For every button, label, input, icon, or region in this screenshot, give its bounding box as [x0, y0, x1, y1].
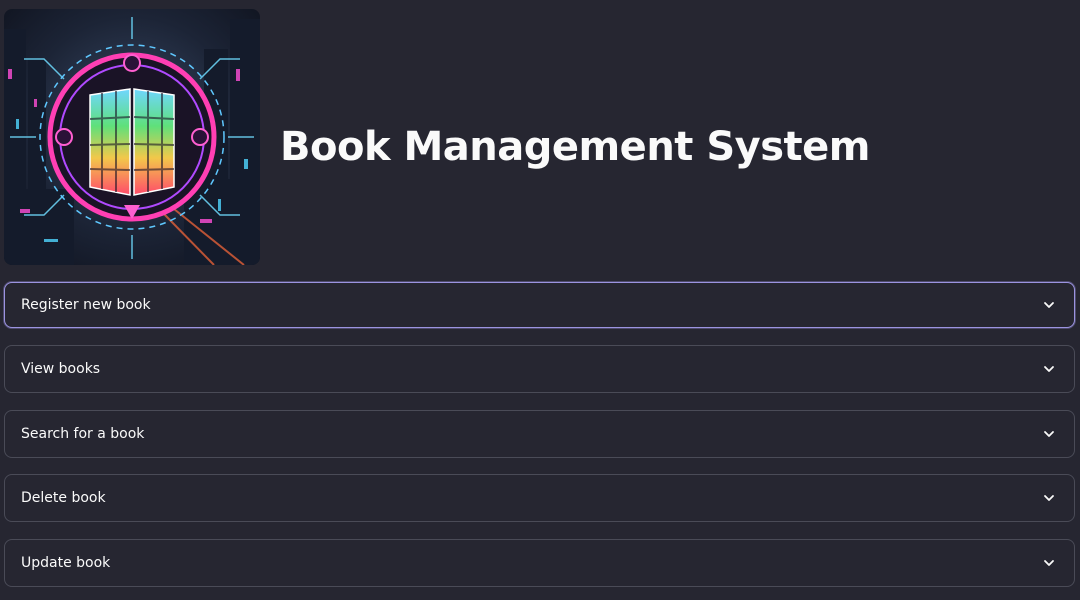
expander-register-new-book[interactable]: Register new book [4, 282, 1075, 328]
expander-label: Update book [21, 555, 111, 571]
expander-update-book[interactable]: Update book [4, 539, 1075, 587]
expander-label: Register new book [21, 297, 151, 313]
expander-delete-book[interactable]: Delete book [4, 474, 1075, 522]
chevron-down-icon [1044, 560, 1054, 566]
chevron-down-icon [1044, 495, 1054, 501]
page-title: Book Management System [280, 124, 870, 170]
app-page: Book Management System Register new book… [0, 0, 1080, 600]
expander-view-books[interactable]: View books [4, 345, 1075, 393]
expander-label: View books [21, 361, 101, 377]
expander-label: Delete book [21, 490, 106, 506]
expander-search-for-a-book[interactable]: Search for a book [4, 410, 1075, 458]
expander-label: Search for a book [21, 426, 145, 442]
chevron-down-icon [1044, 431, 1054, 437]
header: Book Management System [4, 9, 870, 265]
chevron-down-icon [1044, 366, 1054, 372]
logo-image [4, 9, 260, 265]
chevron-down-icon [1044, 302, 1054, 308]
